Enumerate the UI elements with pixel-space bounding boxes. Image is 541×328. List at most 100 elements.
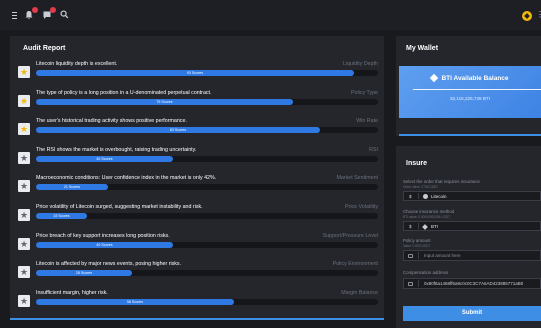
input-divider: [418, 280, 419, 287]
star-icon[interactable]: ★: [18, 180, 30, 193]
score-bar-track: 40 Scores: [36, 155, 378, 162]
wallet-title: My Wallet: [406, 45, 439, 52]
audit-row: ★ Macroeconomic conditions: User confiden…: [18, 175, 378, 197]
audit-row: ★ The user's historical trading activity …: [18, 118, 378, 140]
amount-input[interactable]: Input amount here: [403, 250, 541, 261]
audit-row-category: Margin Balance: [341, 289, 378, 296]
score-bar-fill: 75 Scores: [36, 98, 293, 105]
audit-row-category: RSI: [369, 146, 378, 153]
method-label: Choose insurance method: [403, 209, 455, 214]
audit-row: ★ Price breach of key support increases l…: [18, 233, 378, 255]
audit-row-category: Support/Pressure Level: [322, 232, 378, 239]
audit-row-text: Macroeconomic conditions: User confidenc…: [36, 175, 217, 182]
score-bar-track: 15 Scores: [36, 213, 378, 219]
audit-row: ★ Insufficient margin, higher risk. Margin…: [18, 290, 378, 312]
audit-row: ★ Litecoin is affected by major news even…: [18, 261, 378, 283]
star-icon[interactable]: ★: [18, 266, 30, 279]
bti-diamond-icon: [430, 74, 439, 83]
insure-panel: Insure Select the order that requires in…: [396, 146, 541, 328]
amount-placeholder: Input amount here: [424, 253, 461, 258]
star-icon[interactable]: ★: [18, 294, 30, 307]
score-bar-fill: 83 Scores: [36, 127, 320, 134]
score-label: 58 Scores: [126, 299, 144, 304]
dollar-icon: $: [409, 194, 412, 199]
score-label: 21 Scores: [63, 185, 81, 190]
star-icon[interactable]: ★: [18, 66, 30, 78]
message-badge: [50, 7, 56, 13]
balance-card: BTI Available Balance 32,115,225,728 BTI: [399, 66, 541, 118]
address-value: 0x80f8a1468ff6a9c0c0C3C7A6AD423885771aB0: [424, 281, 524, 286]
notification-badge: [32, 7, 38, 13]
score-label: 40 Scores: [96, 242, 113, 247]
audit-row-category: Liquidity Depth: [342, 61, 378, 67]
audit-row-category: Policy Type: [351, 89, 378, 96]
balance-title: BTI Available Balance: [399, 74, 541, 83]
amount-label: Policy amount: [403, 238, 431, 243]
top-bar: ⋮: [0, 0, 541, 30]
search-icon[interactable]: [60, 10, 70, 20]
menu-icon[interactable]: [10, 10, 20, 20]
star-icon[interactable]: ★: [18, 151, 30, 164]
audit-row-text: The user's historical trading activity s…: [36, 118, 187, 125]
more-icon[interactable]: ⋮: [536, 10, 541, 20]
audit-row-text: The RSI shows the market is overbought, …: [36, 146, 197, 153]
score-bar-fill: 93 Scores: [36, 70, 354, 76]
audit-row-category: Market Sentiment: [336, 175, 378, 182]
order-label: Select the order that requires insurance: [403, 179, 480, 184]
input-divider: [418, 252, 419, 259]
audit-row-text: Price breach of key support increases lo…: [36, 232, 170, 239]
score-bar-track: 58 Scores: [36, 298, 378, 305]
method-select[interactable]: $ BTI: [403, 221, 541, 231]
audit-row-category: Policy Environment: [332, 261, 378, 268]
audit-row: ★ Litecoin liquidity depth is excellent. L…: [18, 61, 378, 83]
star-icon[interactable]: ★: [18, 209, 30, 221]
litecoin-icon: [423, 194, 428, 199]
score-label: 93 Scores: [186, 71, 204, 75]
score-label: 75 Scores: [156, 99, 173, 104]
wallet-panel: My Wallet BTI Available Balance 32,115,2…: [396, 36, 541, 136]
audit-row-text: The type of policy is a long position in…: [36, 89, 212, 96]
audit-row-category: Price Volatility: [345, 204, 378, 210]
address-input[interactable]: 0x80f8a1468ff6a9c0c0C3C7A6AD423885771aB0: [403, 278, 541, 289]
star-icon[interactable]: ★: [18, 123, 30, 136]
audit-report-title: Audit Report: [23, 45, 66, 52]
score-label: 28 Scores: [75, 271, 93, 276]
wallet-icon: [408, 282, 413, 286]
star-icon[interactable]: ★: [18, 237, 30, 250]
score-bar-fill: 40 Scores: [36, 155, 173, 162]
score-bar-track: 75 Scores: [36, 98, 378, 105]
order-select-value: Litecoin: [431, 194, 447, 199]
dollar-icon: $: [409, 224, 412, 229]
score-bar-track: 93 Scores: [36, 70, 378, 76]
address-label: Compensation address: [403, 270, 449, 275]
score-bar-track: 40 Scores: [36, 241, 378, 248]
score-label: 40 Scores: [96, 156, 113, 161]
audit-row-text: Insufficient margin, higher risk.: [36, 289, 108, 296]
audit-row-text: Litecoin liquidity depth is excellent.: [36, 61, 118, 67]
score-bar-fill: 21 Scores: [36, 184, 108, 191]
audit-row-text: Price volatility of Litecoin surged, sug…: [36, 204, 203, 210]
star-icon[interactable]: ★: [18, 94, 30, 107]
score-bar-track: 28 Scores: [36, 270, 378, 277]
coin-icon[interactable]: [522, 11, 532, 21]
insure-title: Insure: [406, 160, 428, 167]
score-bar-fill: 40 Scores: [36, 241, 173, 248]
order-select[interactable]: $ Litecoin: [403, 191, 541, 201]
message-icon[interactable]: [42, 7, 56, 20]
bell-icon[interactable]: [24, 7, 38, 20]
audit-report-panel: Audit Report ★ Litecoin liquidity depth i…: [10, 36, 384, 320]
method-select-value: BTI: [431, 224, 439, 229]
select-divider: [418, 223, 419, 229]
audit-row: ★ The RSI shows the market is overbought,…: [18, 147, 378, 169]
submit-button[interactable]: Submit: [403, 306, 541, 321]
order-sublabel: Order value: 2735 USDT: [403, 185, 439, 189]
bti-icon: [422, 224, 428, 230]
audit-row: ★ The type of policy is a long position i…: [18, 90, 378, 112]
score-bar-fill: 58 Scores: [36, 298, 234, 305]
balance-value: 32,115,225,728 BTI: [449, 96, 490, 101]
amount-sublabel: Value: 0.000 USDT: [403, 244, 431, 248]
method-sublabel: BTI value: 0.00000000256 USDT: [403, 215, 450, 219]
score-label: 15 Scores: [53, 214, 70, 218]
wallet-icon: [408, 254, 413, 258]
audit-row: ★ Price volatility of Litecoin surged, su…: [18, 204, 378, 226]
